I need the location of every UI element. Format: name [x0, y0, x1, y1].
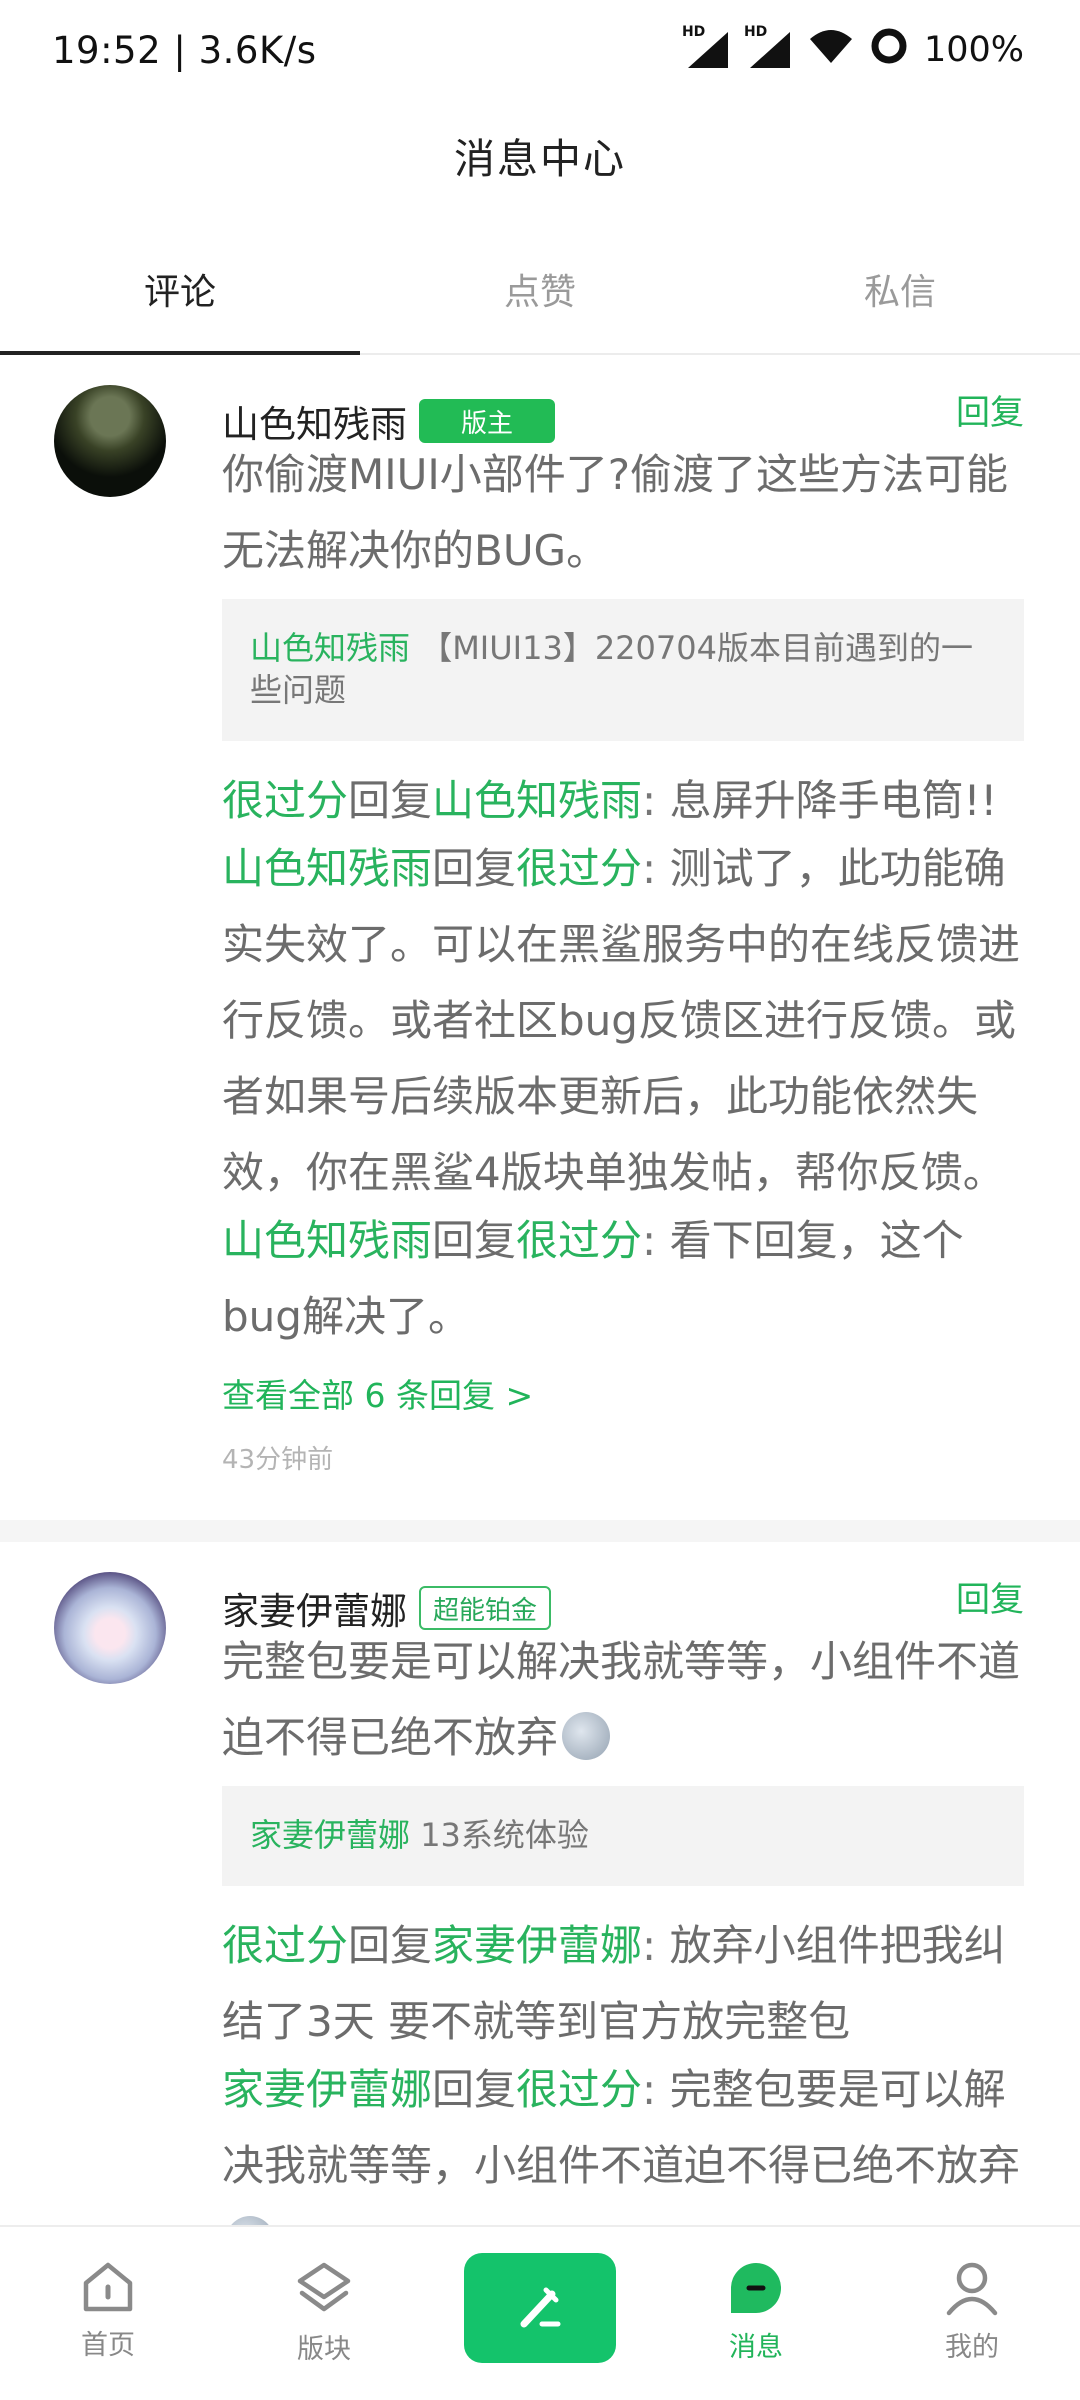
thread-reply: 山色知残雨回复很过分: 测试了，此功能确实失效了。可以在黑鲨服务中的在线反馈进行…	[222, 844, 1021, 1197]
nav-label: 我的	[945, 2332, 999, 2363]
thread-reply: 很过分回复家妻伊蕾娜: 放弃小组件把我纠结了3天 要不就等到官方放完整包	[222, 1921, 1006, 2046]
nav-profile[interactable]: 我的	[864, 2227, 1080, 2364]
message-center-screen: 19:52 | 3.6K/s HD HD 100% 消息中心 评论 点赞 私信	[0, 0, 1080, 2400]
reply-thread: 很过分回复山色知残雨: 息屏升降手电筒!! 山色知残雨回复很过分: 测试了，此功…	[222, 763, 1024, 1355]
hd-signal-icon-2: HD	[744, 24, 792, 70]
status-bar: 19:52 | 3.6K/s HD HD 100%	[0, 0, 1080, 100]
battery-level: 100%	[923, 30, 1024, 70]
nav-home[interactable]: 首页	[0, 2227, 216, 2362]
bottom-nav: 首页 版块 消息 我的	[0, 2225, 1080, 2400]
nav-label: 消息	[729, 2332, 783, 2363]
comment-feed: 回复 山色知残雨 版主 你偷渡MIUI小部件了?偷渡了这些方法可能无法解决你的B…	[0, 355, 1080, 2280]
quoted-post-author: 山色知残雨	[250, 629, 411, 667]
avatar[interactable]	[54, 385, 166, 497]
quoted-post-author: 家妻伊蕾娜	[250, 1816, 411, 1854]
quoted-post[interactable]: 家妻伊蕾娜 13系统体验	[222, 1786, 1024, 1886]
comment-text: 完整包要是可以解决我就等等，小组件不道迫不得已绝不放弃	[222, 1637, 1021, 1762]
compose-button[interactable]	[464, 2253, 616, 2363]
profile-icon	[946, 2262, 998, 2316]
page-title: 消息中心	[454, 135, 626, 183]
quoted-post-title: 13系统体验	[420, 1816, 589, 1854]
comment-card: 回复 家妻伊蕾娜 超能铂金 完整包要是可以解决我就等等，小组件不道迫不得已绝不放…	[0, 1520, 1080, 2280]
nav-label: 首页	[81, 2330, 135, 2361]
quoted-post[interactable]: 山色知残雨 【MIUI13】220704版本目前遇到的一些问题	[222, 599, 1024, 741]
moon-emoji-icon	[562, 1712, 611, 1760]
battery-saver-icon	[870, 27, 908, 74]
tab-bar: 评论 点赞 私信	[0, 225, 1080, 355]
comment-text: 你偷渡MIUI小部件了?偷渡了这些方法可能无法解决你的BUG。	[222, 450, 1009, 575]
reply-button[interactable]: 回复	[956, 385, 1024, 434]
avatar[interactable]	[54, 1572, 166, 1684]
tab-private-messages[interactable]: 私信	[720, 225, 1080, 353]
page-header: 消息中心	[0, 100, 1080, 210]
reply-button[interactable]: 回复	[956, 1572, 1024, 1621]
comment-card: 回复 山色知残雨 版主 你偷渡MIUI小部件了?偷渡了这些方法可能无法解决你的B…	[0, 355, 1080, 1520]
timestamp: 43分钟前	[222, 1445, 334, 1475]
thread-reply: 很过分回复山色知残雨: 息屏升降手电筒!!	[222, 776, 998, 825]
nav-label: 版块	[297, 2334, 351, 2365]
layers-icon	[297, 2262, 351, 2312]
tab-comments[interactable]: 评论	[0, 225, 360, 355]
compose-icon	[520, 2287, 561, 2328]
hd-signal-icon-1: HD	[682, 24, 730, 70]
nav-messages[interactable]: 消息	[648, 2227, 864, 2364]
view-all-replies-link[interactable]: 查看全部 6 条回复 >	[222, 1369, 1024, 1417]
nav-compose[interactable]	[432, 2227, 648, 2363]
wifi-icon	[808, 27, 854, 74]
tab-likes[interactable]: 点赞	[360, 225, 720, 353]
thread-reply: 山色知残雨回复很过分: 看下回复，这个bug解决了。	[222, 1216, 964, 1341]
message-icon	[731, 2263, 782, 2313]
status-icons: HD HD 100%	[682, 24, 1024, 74]
status-time-speed: 19:52 | 3.6K/s	[52, 28, 317, 72]
nav-sections[interactable]: 版块	[216, 2227, 432, 2366]
home-icon	[83, 2262, 133, 2312]
